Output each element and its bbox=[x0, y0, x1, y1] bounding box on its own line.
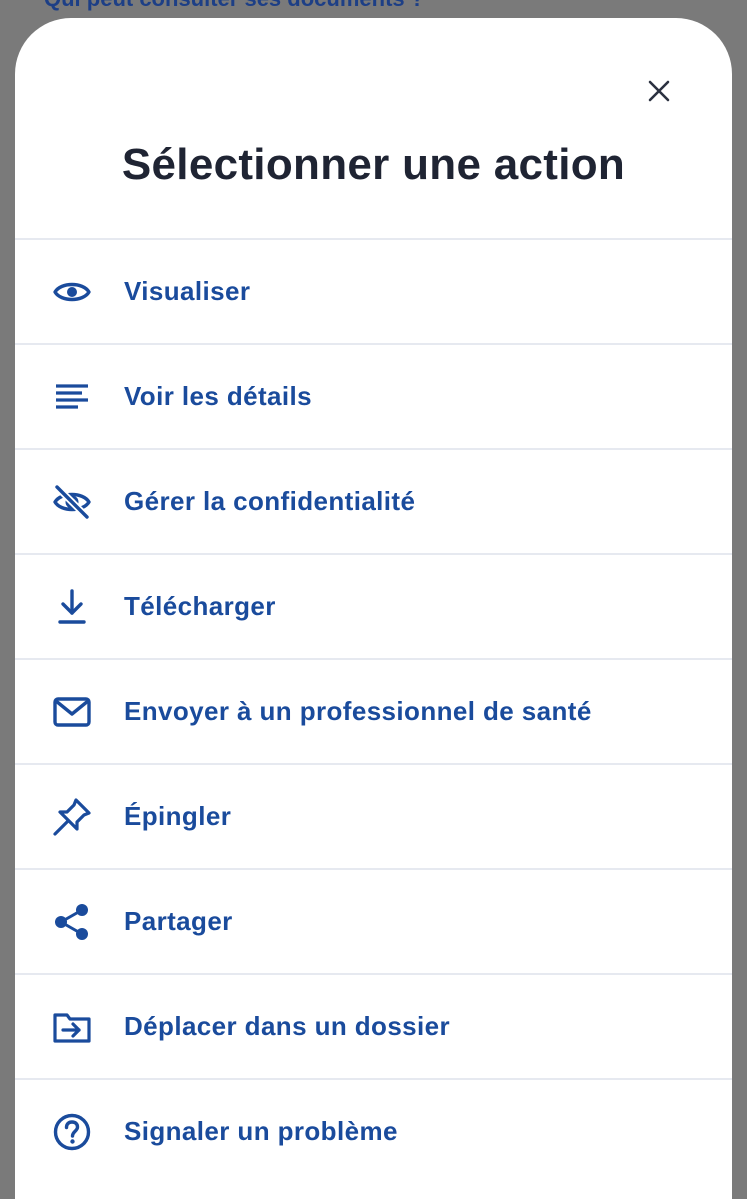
action-label: Gérer la confidentialité bbox=[124, 486, 416, 516]
action-label: Déplacer dans un dossier bbox=[124, 1011, 451, 1041]
action-label: Partager bbox=[124, 906, 233, 936]
background-heading: Qui peut consulter ses documents ? bbox=[44, 0, 424, 12]
close-button[interactable] bbox=[641, 73, 677, 109]
action-label: Voir les détails bbox=[124, 381, 312, 411]
sheet-title: Sélectionner une action bbox=[121, 140, 626, 189]
action-list: Visualiser Voir les détails Gérer la con… bbox=[15, 238, 732, 1183]
action-label: Signaler un problème bbox=[124, 1116, 398, 1146]
download-icon bbox=[52, 587, 92, 627]
action-deplacer[interactable]: Déplacer dans un dossier bbox=[15, 975, 732, 1080]
lines-icon bbox=[52, 377, 92, 417]
mail-icon bbox=[52, 692, 92, 732]
action-label: Épingler bbox=[124, 801, 232, 831]
action-voir-details[interactable]: Voir les détails bbox=[15, 345, 732, 450]
folder-move-icon bbox=[52, 1007, 92, 1047]
help-circle-icon bbox=[52, 1112, 92, 1152]
pin-icon bbox=[52, 797, 92, 837]
action-telecharger[interactable]: Télécharger bbox=[15, 555, 732, 660]
close-icon bbox=[648, 80, 670, 102]
action-bottom-sheet: Sélectionner une action Visualiser Voir … bbox=[15, 18, 732, 1199]
action-partager[interactable]: Partager bbox=[15, 870, 732, 975]
action-confidentialite[interactable]: Gérer la confidentialité bbox=[15, 450, 732, 555]
action-envoyer[interactable]: Envoyer à un professionnel de santé bbox=[15, 660, 732, 765]
eye-off-icon bbox=[52, 482, 92, 522]
action-epingler[interactable]: Épingler bbox=[15, 765, 732, 870]
action-visualiser[interactable]: Visualiser bbox=[15, 240, 732, 345]
eye-icon bbox=[52, 272, 92, 312]
action-label: Envoyer à un professionnel de santé bbox=[124, 696, 592, 726]
share-icon bbox=[52, 902, 92, 942]
action-label: Télécharger bbox=[124, 591, 276, 621]
action-label: Visualiser bbox=[124, 276, 251, 306]
action-signaler[interactable]: Signaler un problème bbox=[15, 1080, 732, 1183]
